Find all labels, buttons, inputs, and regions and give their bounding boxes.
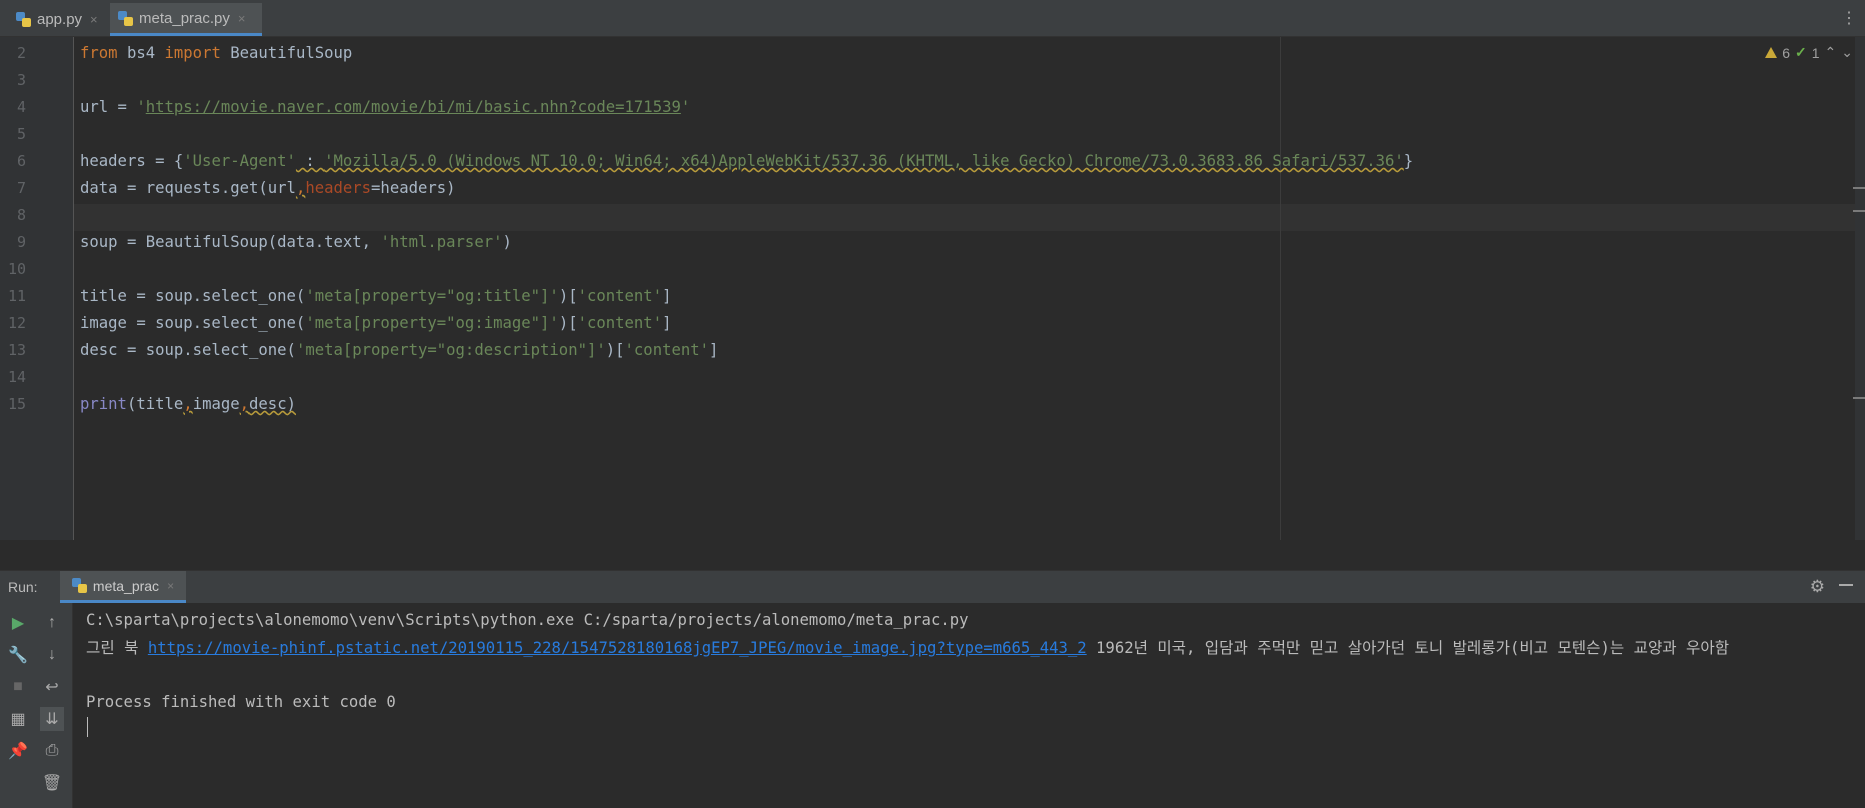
pin-icon[interactable]: 📌 (6, 739, 30, 763)
scroll-marker (1853, 210, 1865, 212)
tab-label: app.py (37, 11, 83, 28)
run-panel-header: Run: meta_prac × ⚙ (0, 570, 1865, 603)
line-number: 2 (16, 44, 26, 62)
soft-wrap-icon[interactable]: ↩ (40, 675, 64, 699)
code-line: title = soup.select_one('meta[property="… (80, 287, 672, 305)
code-line: from bs4 import BeautifulSoup (80, 44, 353, 62)
close-icon[interactable]: × (238, 11, 246, 26)
line-number: 13 (7, 341, 26, 359)
line-number: 8 (16, 206, 26, 224)
run-tab-label: meta_prac (92, 577, 160, 594)
console-link[interactable]: https://movie-phinf.pstatic.net/20190115… (148, 639, 1087, 657)
typo-count: 1 (1811, 44, 1820, 61)
tab-label: meta_prac.py (139, 9, 230, 27)
print-icon[interactable]: ⎙ (40, 739, 64, 763)
tab-app-py[interactable]: app.py × (8, 3, 108, 36)
code-line: url = 'https://movie.naver.com/movie/bi/… (80, 98, 691, 116)
chevron-up-icon[interactable]: ⌃ (1825, 44, 1837, 61)
code-line: soup = BeautifulSoup(data.text, 'html.pa… (80, 233, 512, 251)
layout-icon[interactable]: ▦ (6, 707, 30, 731)
code-editor[interactable]: 2 3 4 5 6 7 8 9 10 11 12 13 14 15 from b… (0, 37, 1865, 540)
python-file-icon (118, 10, 133, 26)
line-number: 14 (7, 368, 26, 386)
code-line: headers = {'User-Agent' : 'Mozilla/5.0 (… (80, 152, 1414, 170)
arrow-up-icon[interactable]: ↑ (40, 611, 64, 635)
minimize-icon[interactable] (1839, 584, 1853, 586)
arrow-down-icon[interactable]: ↓ (40, 643, 64, 667)
line-number: 5 (16, 125, 26, 143)
scroll-to-end-icon[interactable]: ⇊ (40, 707, 64, 731)
code-line: desc = soup.select_one('meta[property="o… (80, 341, 719, 359)
line-number-gutter: 2 3 4 5 6 7 8 9 10 11 12 13 14 15 (0, 37, 74, 540)
line-number: 4 (16, 98, 26, 116)
run-console[interactable]: C:\sparta\projects\alonemomo\venv\Script… (73, 603, 1865, 808)
right-margin-guide (1280, 37, 1281, 540)
line-number: 12 (7, 314, 26, 332)
python-file-icon (16, 12, 31, 27)
chevron-down-icon[interactable]: ⌄ (1841, 44, 1853, 61)
stop-icon[interactable]: ■ (6, 675, 30, 699)
line-number: 11 (7, 287, 26, 305)
code-line: image = soup.select_one('meta[property="… (80, 314, 672, 332)
run-label: Run: (8, 579, 38, 595)
warning-count: 6 (1782, 44, 1790, 61)
console-output-line: 그린 북 https://movie-phinf.pstatic.net/201… (86, 639, 1730, 657)
trash-icon[interactable]: 🗑 (40, 771, 64, 795)
typo-check-icon: ✓ (1795, 44, 1807, 60)
wrench-icon[interactable]: 🔧 (6, 643, 30, 667)
python-file-icon (71, 578, 87, 593)
more-options-icon[interactable]: ⋮ (1841, 8, 1857, 28)
console-exit-line: Process finished with exit code 0 (86, 693, 396, 711)
line-number: 10 (7, 260, 26, 278)
run-toolbar: ▶ 🔧 ■ ▦ 📌 ↑ ↓ ↩ ⇊ ⎙ 🗑 (0, 603, 73, 808)
code-line: print(title,image,desc) (80, 395, 296, 413)
gear-icon[interactable]: ⚙ (1810, 577, 1825, 597)
rerun-icon[interactable]: ▶ (6, 611, 30, 635)
run-tab-meta-prac[interactable]: meta_prac × (60, 571, 186, 603)
line-number: 6 (16, 152, 26, 170)
line-number: 7 (16, 179, 26, 197)
scroll-marker (1853, 187, 1865, 189)
url-string[interactable]: https://movie.naver.com/movie/bi/mi/basi… (146, 98, 681, 116)
code-line: data = requests.get(url,headers=headers) (80, 179, 456, 197)
line-number: 9 (16, 233, 26, 251)
current-line-highlight (74, 204, 1865, 231)
close-icon[interactable]: × (167, 579, 174, 593)
editor-tab-bar: app.py × meta_prac.py × ⋮ (0, 0, 1865, 37)
inspection-widget[interactable]: 6 ✓ 1 ⌃ ⌄ (1765, 44, 1853, 61)
line-number: 3 (16, 71, 26, 89)
console-command-line: C:\sparta\projects\alonemomo\venv\Script… (86, 611, 969, 629)
scroll-marker (1853, 397, 1865, 399)
warning-icon (1765, 47, 1778, 58)
text-caret (87, 717, 88, 737)
tab-meta-prac-py[interactable]: meta_prac.py × (110, 3, 262, 36)
line-number: 15 (7, 395, 26, 413)
editor-scrollbar[interactable] (1853, 37, 1865, 540)
close-icon[interactable]: × (90, 12, 98, 27)
